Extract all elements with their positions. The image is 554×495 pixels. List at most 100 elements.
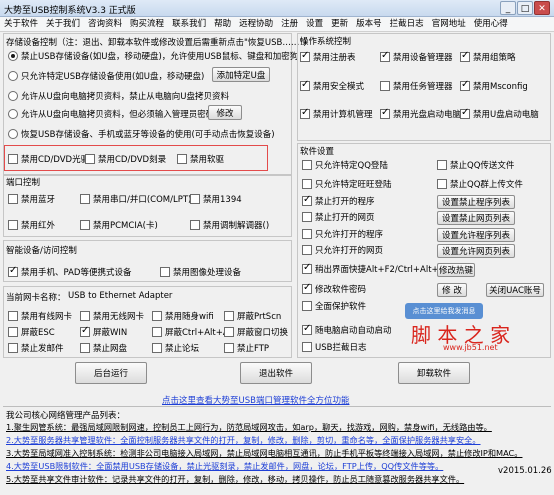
maximize-button[interactable]: □	[517, 1, 533, 15]
menu-item[interactable]: 官网地址	[428, 17, 470, 31]
storage-opt-specific[interactable]: 只允许特定USB存储设备使用(如U盘，移动硬盘)	[8, 70, 204, 82]
cd-rom-checkbox[interactable]: 禁用CD/DVD光驱	[8, 153, 89, 165]
os-title: 操作系统控制	[300, 37, 352, 47]
qq-group-checkbox[interactable]: 禁止QQ群上传文件	[437, 178, 523, 190]
qq-group-label: 禁止QQ群上传文件	[450, 180, 523, 190]
menu-item[interactable]: 咨询资料	[84, 17, 126, 31]
software-checkbox[interactable]: 全面保护软件	[302, 300, 366, 312]
infrared-checkbox[interactable]: 禁用红外	[8, 219, 55, 231]
allow-program-list-button[interactable]: 设置允许程序列表	[437, 228, 515, 242]
modem-checkbox[interactable]: 禁用调制解调器()	[190, 219, 269, 231]
misc-checkbox[interactable]: 屏蔽窗口切换	[224, 326, 288, 338]
serial-label: 禁用串口/并口(COM/LPT)	[93, 195, 192, 205]
os-checkbox[interactable]: 禁用组策略	[460, 50, 516, 63]
product-link[interactable]: 3.大势至局域网准入控制系统：检测非公司电脑接入局域网，禁止局域网电脑相互通讯，…	[6, 447, 522, 459]
menu-item[interactable]: 关于软件	[0, 17, 42, 31]
menu-item[interactable]: 使用心得	[470, 17, 512, 31]
menu-bar: 关于软件 关于我们 咨询资料 购买流程 联系我们 帮助 远程协助 注册 设置 更新 版本号 拦截日志官…	[0, 17, 554, 32]
checkbox-checked-icon	[460, 50, 470, 62]
menu-item[interactable]: 关于我们	[42, 17, 84, 31]
os-checkbox[interactable]: 禁用设备管理器	[380, 50, 453, 63]
software-checkbox[interactable]: 修改软件密码	[302, 282, 366, 295]
storage-opt-password[interactable]: 允许从U盘向电脑拷贝资料，但必须输入管理员密码	[8, 108, 214, 120]
qq-file-checkbox[interactable]: 禁止QQ传送文件	[437, 159, 514, 171]
menu-item[interactable]: 联系我们	[168, 17, 210, 31]
checkbox-icon	[160, 267, 170, 277]
storage-opt-restore[interactable]: 恢复USB存储设备、手机或蓝牙等设备的使用(可手动点击恢复设备)	[8, 128, 275, 140]
os-checkbox[interactable]: 禁用任务管理器	[380, 80, 453, 92]
storage-opt-block[interactable]: 禁止USB存储设备(如U盘，移动硬盘)，允许使用USB鼠标、键盘和加密狗	[8, 50, 298, 62]
os-checkbox[interactable]: 禁用U盘启动电脑	[460, 107, 539, 120]
menu-item[interactable]: 版本号	[352, 17, 386, 31]
storage-opt-copy-in[interactable]: 允许从U盘向电脑拷贝资料，禁止从电脑向U盘拷贝资料	[8, 90, 229, 102]
misc-checkbox[interactable]: 禁止论坛	[152, 342, 199, 354]
misc-checkbox[interactable]: 禁用有线网卡	[8, 310, 72, 322]
close-button[interactable]: ✕	[534, 1, 550, 15]
os-checkbox[interactable]: 禁用光盘启动电脑	[380, 107, 461, 120]
product-link[interactable]: 2.大势至服务器共享管理软件：全面控制服务器共享文件的打开，复制，修改，删除，剪…	[6, 434, 481, 446]
os-checkbox[interactable]: 禁用计算机管理	[300, 107, 373, 120]
software-checkbox[interactable]: 只允许特定QQ登陆	[302, 159, 388, 171]
run-background-button[interactable]: 后台运行	[75, 362, 147, 384]
close-uac-button[interactable]: 关闭UAC账号	[486, 283, 544, 297]
modify-password-button[interactable]: 修改	[208, 105, 242, 120]
contact-badge[interactable]: 点击这里给我发消息	[405, 303, 483, 319]
menu-item[interactable]: 购买流程	[126, 17, 168, 31]
software-checkbox[interactable]: 只允许打开的程序	[302, 228, 383, 240]
misc-checkbox[interactable]: 禁止FTP	[224, 342, 269, 354]
checkbox-icon	[8, 220, 18, 230]
allow-web-list-button[interactable]: 设置允许网页列表	[437, 244, 515, 258]
serial-checkbox[interactable]: 禁用串口/并口(COM/LPT)	[80, 193, 191, 205]
block-program-list-button[interactable]: 设置禁止程序列表	[437, 195, 515, 209]
misc-checkbox[interactable]: 禁用无线网卡	[80, 310, 144, 322]
modify-password-sw-button[interactable]: 修 改	[437, 283, 467, 297]
minimize-button[interactable]: _	[500, 1, 516, 15]
imaging-checkbox[interactable]: 禁用图像处理设备	[160, 266, 241, 278]
menu-item[interactable]: 更新	[327, 17, 352, 31]
misc-checkbox[interactable]: 禁止网盘	[80, 342, 127, 354]
software-checkbox[interactable]: 只允许特定旺旺登陆	[302, 178, 392, 190]
exit-button[interactable]: 退出软件	[240, 362, 312, 384]
menu-item[interactable]: 远程协助	[235, 17, 277, 31]
misc-checkbox[interactable]: 禁止发邮件	[8, 342, 64, 354]
misc-checkbox[interactable]: 屏蔽Ctrl+Alt+A	[152, 326, 229, 338]
os-label: 禁用U盘启动电脑	[473, 110, 539, 120]
misc-checkbox[interactable]: 屏蔽WIN	[80, 325, 127, 338]
product-link[interactable]: 5.大势至共享文件审计软件：记录共享文件的打开，复制，删除，修改，移动，拷贝操作…	[6, 473, 464, 485]
menu-item[interactable]: 拦截日志	[386, 17, 428, 31]
software-checkbox[interactable]: 禁止打开的程序	[302, 194, 375, 207]
menu-item[interactable]: 设置	[302, 17, 327, 31]
misc-checkbox[interactable]: 屏蔽ESC	[8, 326, 55, 338]
phone-checkbox[interactable]: 禁用手机、PAD等便携式设备	[8, 265, 131, 278]
os-checkbox[interactable]: 禁用安全模式	[300, 79, 364, 92]
menu-item[interactable]: 注册	[277, 17, 302, 31]
misc-checkbox[interactable]: 禁用随身wifi	[152, 310, 214, 322]
watermark-url: www.jb51.net	[443, 343, 498, 352]
pcmcia-checkbox[interactable]: 禁用PCMCIA(卡)	[80, 219, 158, 231]
add-usb-button[interactable]: 添加特定U盘	[212, 67, 270, 82]
software-checkbox[interactable]: 只允许打开的网页	[302, 244, 383, 256]
os-checkbox[interactable]: 禁用Msconfig	[460, 79, 528, 92]
os-label: 禁用组策略	[473, 53, 516, 63]
storage-opt1-label: 禁止USB存储设备(如U盘，移动硬盘)，允许使用USB鼠标、键盘和加密狗	[21, 52, 299, 62]
floppy-checkbox[interactable]: 禁用软驱	[177, 153, 224, 165]
checkbox-icon	[224, 311, 234, 321]
software-checkbox[interactable]: USB拦截日志	[302, 341, 366, 353]
modify-hotkey-button[interactable]: 修改热键	[437, 263, 475, 277]
block-web-list-button[interactable]: 设置禁止网页列表	[437, 211, 515, 225]
feature-link[interactable]: 点击这里查看大势至USB端口管理软件全方位功能	[162, 394, 349, 406]
menu-item[interactable]: 帮助	[210, 17, 235, 31]
software-checkbox[interactable]: 随电脑启动自动启动	[302, 323, 392, 336]
uninstall-button[interactable]: 卸载软件	[398, 362, 470, 384]
software-checkbox[interactable]: 禁止打开的网页	[302, 211, 375, 223]
misc-checkbox[interactable]: 屏蔽PrtScn	[224, 310, 281, 322]
checkbox-icon	[80, 220, 90, 230]
software-label: 禁止打开的网页	[315, 213, 375, 223]
p1394-checkbox[interactable]: 禁用1394	[190, 193, 242, 205]
product-link[interactable]: 1.聚生网管系统：最强局域网限制网速，控制员工上网行为，防范局域网攻击，如arp…	[6, 421, 492, 433]
os-checkbox[interactable]: 禁用注册表	[300, 50, 356, 63]
software-checkbox[interactable]: 稍出界面快捷Alt+F2/Ctrl+Alt+1	[302, 262, 444, 275]
cd-burn-checkbox[interactable]: 禁用CD/DVD刻录	[85, 153, 166, 165]
bluetooth-checkbox[interactable]: 禁用蓝牙	[8, 193, 55, 205]
product-link[interactable]: 4.大势至USB限制软件：全面禁用USB存储设备，禁止光驱刻录，禁止发邮件，网盘…	[6, 460, 443, 472]
